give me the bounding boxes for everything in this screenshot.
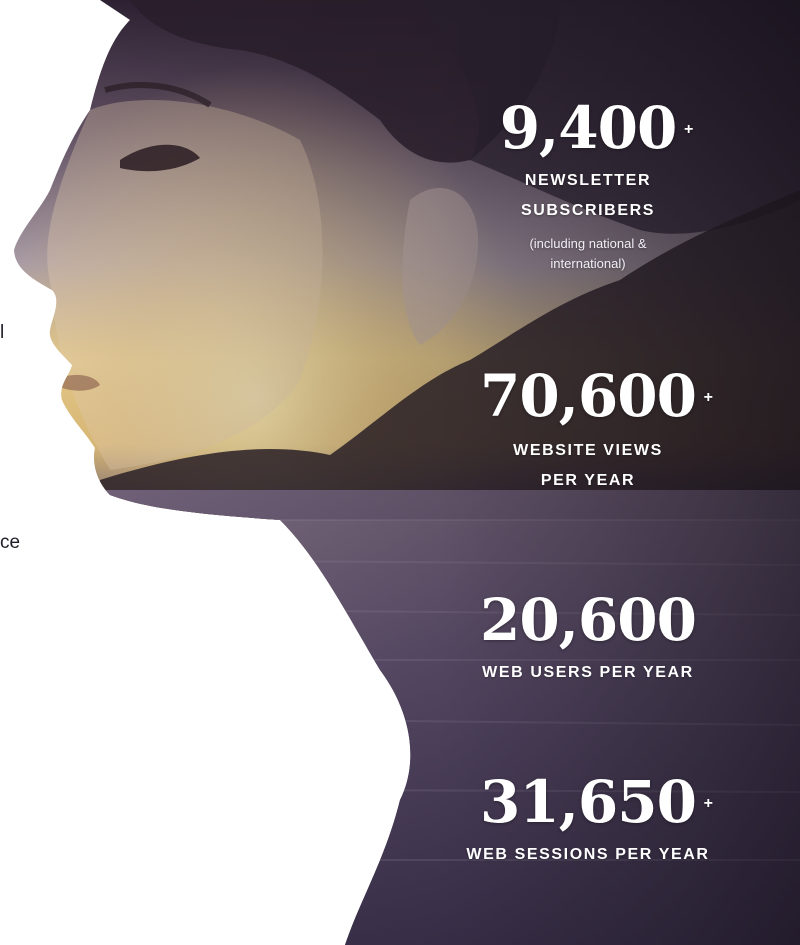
stat-web-sessions: 31,650 + WEB SESSIONS PER YEAR — [440, 770, 736, 870]
stat-website-views: 70,600 + WEBSITE VIEWS PER YEAR — [440, 364, 736, 496]
stat-newsletter-subscribers: 9,400 + NEWSLETTER SUBSCRIBERS (including… — [440, 96, 736, 274]
plus-sign: + — [703, 389, 713, 406]
plus-sign: + — [703, 795, 713, 812]
stat-web-users: 20,600 WEB USERS PER YEAR — [440, 588, 736, 688]
stat-number: 70,600 + — [480, 362, 713, 430]
stat-value: 20,600 — [480, 586, 697, 654]
stat-value: 9,400 — [499, 94, 678, 162]
stat-label: SUBSCRIBERS — [520, 202, 656, 219]
plus-sign: + — [683, 121, 693, 138]
infographic-canvas: l ce 9,400 + NEWSLETTER SUBSCRIBERS (incl… — [0, 0, 800, 945]
stat-label: NEWSLETTER — [524, 172, 652, 189]
stat-value: 31,650 — [480, 768, 697, 836]
stat-label: WEB SESSIONS PER YEAR — [466, 846, 710, 863]
stat-note: (including national & international) — [529, 236, 647, 271]
stat-label: WEB USERS PER YEAR — [482, 664, 694, 681]
stat-value: 70,600 — [480, 362, 697, 430]
stat-label: PER YEAR — [540, 472, 636, 489]
stat-number: 31,650 + — [480, 768, 713, 836]
stat-number: 9,400 + — [499, 94, 694, 162]
stat-label: WEBSITE VIEWS — [513, 442, 663, 459]
statistics-column: 9,400 + NEWSLETTER SUBSCRIBERS (including… — [0, 0, 800, 945]
stat-number: 20,600 — [480, 586, 697, 654]
